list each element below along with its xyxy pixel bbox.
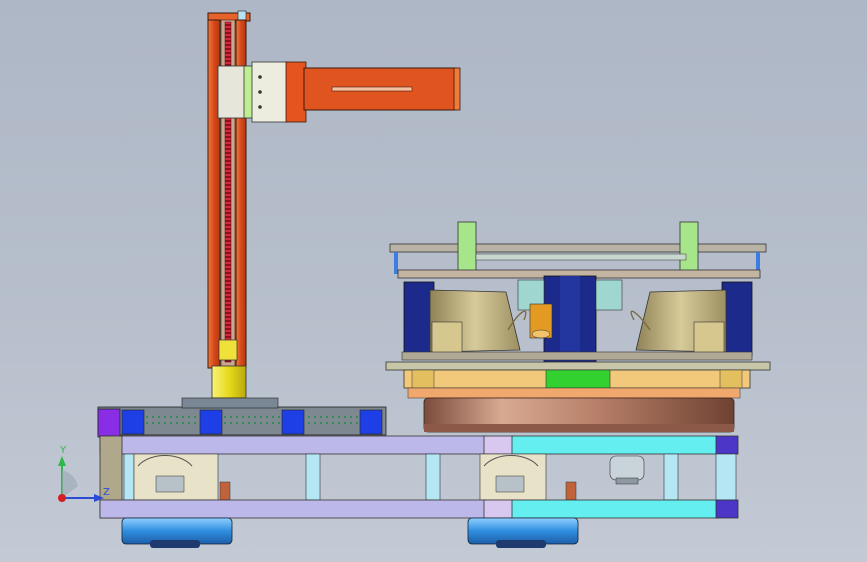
- assembly-drawing: Y Z: [58, 10, 771, 548]
- platform-base-plate: [385, 361, 771, 371]
- y-axis-head: [58, 456, 66, 466]
- strip-lower: [407, 387, 741, 399]
- right-housing: [721, 281, 753, 357]
- left-clamp-block: [431, 321, 463, 355]
- clamp-bolt-2: [258, 90, 262, 94]
- upright-3: [425, 453, 441, 501]
- lower-bracket-plate: [401, 351, 753, 361]
- top-beam-joint: [483, 435, 515, 455]
- gearbox-right-motor: [495, 475, 525, 493]
- rail-end-left: [97, 408, 121, 438]
- hub-gear-right: [595, 279, 623, 311]
- y-axis-label: Y: [59, 445, 67, 456]
- strip-block-2: [719, 369, 743, 389]
- upright-1: [123, 453, 135, 501]
- left-green-post: [457, 221, 477, 273]
- clamp-bolt-1: [258, 75, 262, 79]
- right-green-post: [679, 221, 699, 273]
- left-housing: [403, 281, 435, 357]
- rail-track: [144, 416, 380, 424]
- cad-viewport[interactable]: Y Z: [0, 0, 867, 562]
- arm-end-cap: [453, 67, 461, 111]
- triad-plane: [62, 470, 78, 498]
- clamp-bolt-3: [258, 105, 262, 109]
- rail-block-1: [121, 409, 145, 435]
- z-axis-label: Z: [103, 487, 110, 498]
- carriage-plate-left: [217, 65, 247, 119]
- bottom-beam-end: [715, 499, 739, 519]
- brass-fitting-cap: [531, 329, 551, 339]
- arm-slot: [331, 86, 413, 92]
- rail-block-3: [281, 409, 305, 435]
- wheel-left-hub: [150, 540, 200, 548]
- column-mount-plate: [181, 397, 279, 409]
- bottom-beam-right: [511, 499, 719, 519]
- strip-block-1: [411, 369, 435, 389]
- gearbox-left-motor: [155, 475, 185, 493]
- rail-block-2: [199, 409, 223, 435]
- rail-block-4: [359, 409, 383, 435]
- gearbox-left-clip: [219, 481, 231, 501]
- right-clamp-block: [693, 321, 725, 355]
- triad-origin: [58, 494, 66, 502]
- chassis[interactable]: [99, 435, 739, 519]
- rotary-platform[interactable]: [385, 221, 771, 433]
- top-beam-end: [715, 435, 739, 455]
- wheel-right-hub: [496, 540, 546, 548]
- column-motor: [211, 365, 247, 399]
- upright-4: [663, 453, 679, 501]
- carriage-clamp: [251, 61, 289, 123]
- wheels[interactable]: [121, 517, 579, 548]
- strip-green-segment: [545, 369, 611, 389]
- bottom-beam-left: [99, 499, 487, 519]
- caster-base: [615, 477, 639, 485]
- top-beam-right: [511, 435, 719, 455]
- top-gear-plate: [475, 253, 687, 261]
- linear-rail[interactable]: [97, 397, 387, 438]
- hub-shaft: [560, 276, 580, 360]
- caster-housing: [609, 455, 645, 481]
- bottom-beam-joint: [483, 499, 515, 519]
- column-lower-bearing: [218, 339, 238, 361]
- upright-5: [715, 453, 737, 501]
- turntable-rim: [424, 424, 734, 432]
- top-beam-left: [99, 435, 487, 455]
- top-standoff-1: [394, 252, 398, 274]
- arm-root: [285, 61, 307, 123]
- gearbox-right-clip: [565, 481, 577, 501]
- arm-carriage[interactable]: [217, 61, 461, 123]
- upright-2: [305, 453, 321, 501]
- top-plate: [389, 243, 767, 253]
